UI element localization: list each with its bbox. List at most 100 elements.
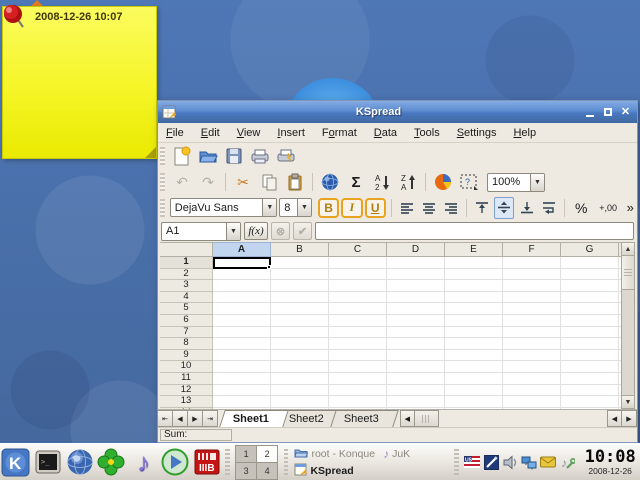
cell-E5[interactable] (445, 303, 503, 315)
row-header-13[interactable]: 13 (160, 396, 213, 408)
close-button[interactable]: ✕ (617, 105, 634, 120)
menu-file[interactable]: File (166, 127, 184, 139)
column-header-F[interactable]: F (503, 242, 561, 257)
insert-object-button[interactable]: ? (457, 171, 481, 193)
cell-G7[interactable] (561, 327, 619, 339)
print-button[interactable] (248, 145, 272, 167)
cell-A11[interactable] (213, 373, 271, 385)
cell-D5[interactable] (387, 303, 445, 315)
cell-A12[interactable] (213, 385, 271, 397)
cell-A1[interactable] (213, 257, 271, 269)
scroll-up-button[interactable]: ▲ (622, 243, 634, 256)
sort-ascending-button[interactable]: A2 (370, 171, 394, 193)
cell-D13[interactable] (387, 396, 445, 408)
sticky-note[interactable]: 2008-12-26 10:07 (2, 6, 157, 159)
cell-D11[interactable] (387, 373, 445, 385)
toolbar-drag-handle[interactable] (160, 173, 165, 191)
cell-B11[interactable] (271, 373, 329, 385)
toolbar-drag-handle[interactable] (160, 199, 165, 217)
cell-G2[interactable] (561, 269, 619, 281)
menu-edit[interactable]: Edit (201, 127, 220, 139)
cell-D6[interactable] (387, 315, 445, 327)
knotes-tray-button[interactable] (483, 454, 499, 470)
task-root-konque[interactable]: root - Konque (290, 446, 379, 462)
cell-D7[interactable] (387, 327, 445, 339)
cell-A9[interactable] (213, 350, 271, 362)
column-header-B[interactable]: B (271, 242, 329, 257)
cell-E9[interactable] (445, 350, 503, 362)
column-header-D[interactable]: D (387, 242, 445, 257)
toolbar-drag-handle[interactable] (160, 147, 165, 165)
cell-G8[interactable] (561, 338, 619, 350)
cell-F2[interactable] (503, 269, 561, 281)
chevron-down-icon[interactable]: ▼ (297, 199, 311, 216)
column-header-E[interactable]: E (445, 242, 503, 257)
cell-A3[interactable] (213, 280, 271, 292)
kmenu-button[interactable]: K (0, 446, 32, 479)
new-document-button[interactable] (170, 145, 194, 167)
cell-C2[interactable] (329, 269, 387, 281)
menu-format[interactable]: Format (322, 127, 357, 139)
align-middle-button[interactable] (494, 197, 514, 219)
cell-C12[interactable] (329, 385, 387, 397)
confirm-entry-button[interactable]: ✔ (293, 222, 312, 240)
cell-A6[interactable] (213, 315, 271, 327)
title-bar[interactable]: KSpread ✕ (158, 101, 637, 123)
kmix-volume-button[interactable] (502, 454, 518, 470)
function-wizard-button[interactable]: f(x) (244, 222, 268, 240)
cell-A8[interactable] (213, 338, 271, 350)
cell-B9[interactable] (271, 350, 329, 362)
cell-E11[interactable] (445, 373, 503, 385)
zoom-combobox[interactable]: 100% ▼ (487, 173, 545, 192)
percent-format-button[interactable]: % (570, 197, 593, 219)
italic-button[interactable]: I (341, 198, 362, 218)
wrap-text-button[interactable] (539, 197, 559, 219)
align-bottom-button[interactable] (516, 197, 536, 219)
network-monitor-button[interactable] (521, 454, 537, 470)
column-header-C[interactable]: C (329, 242, 387, 257)
cell-G10[interactable] (561, 361, 619, 373)
redo-button[interactable]: ↷ (196, 171, 220, 193)
sticky-note-title[interactable]: 2008-12-26 10:07 (35, 11, 122, 23)
cell-C9[interactable] (329, 350, 387, 362)
cell-A13[interactable] (213, 396, 271, 408)
cell-G4[interactable] (561, 292, 619, 304)
cell-D1[interactable] (387, 257, 445, 269)
cell-reference-box[interactable]: A1 ▼ (161, 222, 241, 241)
minimize-button[interactable] (581, 105, 598, 120)
font-size-combobox[interactable]: 8 ▼ (279, 198, 312, 217)
taskbar-clock[interactable]: 10:08 2008-12-26 (580, 449, 640, 476)
cell-G13[interactable] (561, 396, 619, 408)
cell-B3[interactable] (271, 280, 329, 292)
vertical-scroll-thumb[interactable] (622, 256, 634, 290)
cell-F13[interactable] (503, 396, 561, 408)
save-button[interactable] (222, 145, 246, 167)
cell-G5[interactable] (561, 303, 619, 315)
next-sheet-button[interactable]: ▶ (188, 410, 203, 427)
cell-B12[interactable] (271, 385, 329, 397)
media-player-launcher[interactable] (159, 446, 191, 479)
applet-drag-handle[interactable] (454, 449, 459, 475)
red-app-launcher[interactable]: IIIB (191, 446, 223, 479)
cell-D9[interactable] (387, 350, 445, 362)
link-button[interactable] (318, 171, 342, 193)
cell-F12[interactable] (503, 385, 561, 397)
increase-precision-button[interactable]: +,00 (595, 197, 622, 219)
cell-F11[interactable] (503, 373, 561, 385)
font-family-combobox[interactable]: DejaVu Sans ▼ (170, 198, 278, 217)
cell-E6[interactable] (445, 315, 503, 327)
cell-C3[interactable] (329, 280, 387, 292)
row-header-11[interactable]: 11 (160, 373, 213, 385)
cell-B13[interactable] (271, 396, 329, 408)
first-sheet-button[interactable]: ⇤ (158, 410, 173, 427)
cell-E10[interactable] (445, 361, 503, 373)
cell-A4[interactable] (213, 292, 271, 304)
task-kspread[interactable]: KSpread (290, 463, 357, 479)
cell-G12[interactable] (561, 385, 619, 397)
konqueror-launcher[interactable] (64, 446, 96, 479)
undo-button[interactable]: ↶ (170, 171, 194, 193)
column-header-A[interactable]: A (213, 242, 271, 257)
row-header-6[interactable]: 6 (160, 315, 213, 327)
cell-E8[interactable] (445, 338, 503, 350)
cell-A5[interactable] (213, 303, 271, 315)
